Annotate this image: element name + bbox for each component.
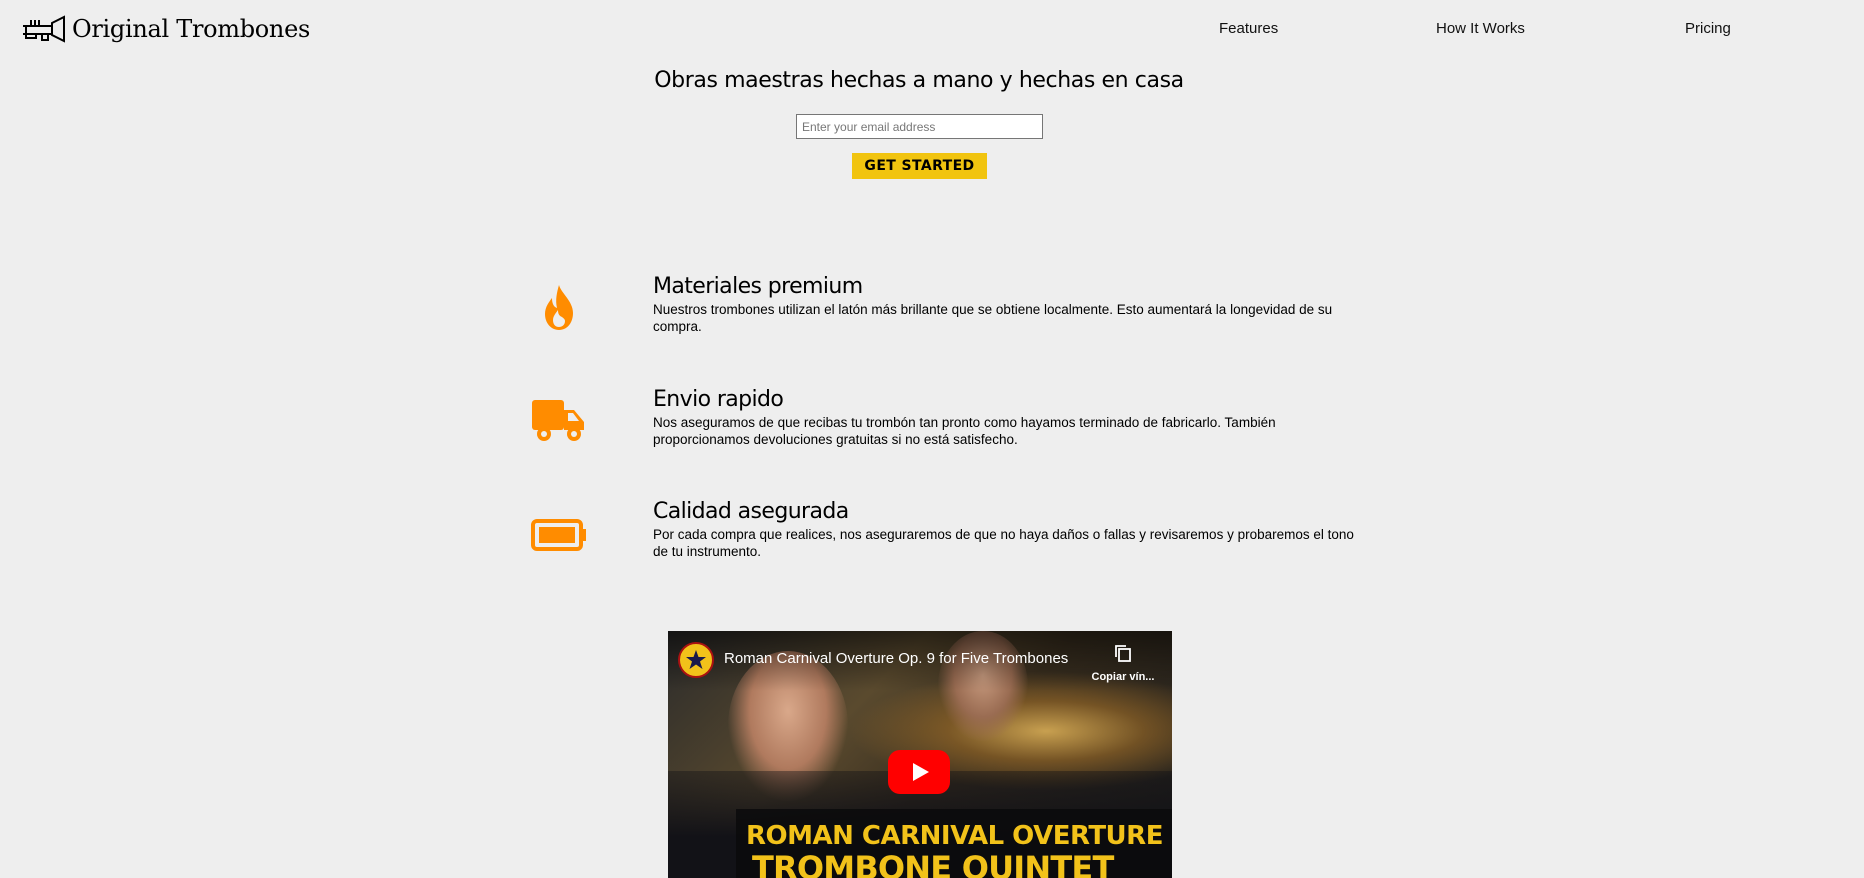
nav-link-how-it-works[interactable]: How It Works [1436,20,1525,37]
copy-link-button[interactable]: Copiar vín... [1078,643,1168,683]
site-header: Original Trombones Features How It Works… [0,0,1864,58]
feature-quality-assured: Calidad asegurada Por cada compra que re… [530,495,1370,575]
flame-icon [530,280,588,336]
hero-title: Obras maestras hechas a mano y hechas en… [654,68,1184,93]
feature-fast-shipping: Envio rapido Nos aseguramos de que recib… [530,383,1370,463]
feature-description: Nos aseguramos de que recibas tu trombón… [653,415,1276,447]
play-icon[interactable] [888,750,950,794]
email-input[interactable] [796,114,1043,139]
get-started-button[interactable]: GET STARTED [852,153,987,179]
video-banner-line: TROMBONE QUINTET [752,849,1114,878]
truck-icon [530,393,588,449]
youtube-video-embed[interactable]: Roman Carnival Overture Op. 9 for Five T… [668,631,1172,878]
battery-icon [530,507,588,563]
feature-title: Materiales premium [653,274,863,299]
feature-title: Envio rapido [653,387,784,412]
copy-link-label: Copiar vín... [1091,671,1155,683]
copy-icon [1115,645,1131,662]
feature-description: Nuestros trombones utilizan el latón más… [653,302,1333,334]
logo[interactable]: Original Trombones [22,12,310,46]
feature-title: Calidad asegurada [653,499,849,524]
nav-link-features[interactable]: Features [1219,20,1278,37]
nav-link-pricing[interactable]: Pricing [1685,20,1731,37]
video-title[interactable]: Roman Carnival Overture Op. 9 for Five T… [724,650,1069,667]
feature-description: Por cada compra que realices, nos asegur… [653,527,1354,559]
brand-name: Original Trombones [72,15,311,43]
feature-premium-materials: Materiales premium Nuestros trombones ut… [530,270,1370,350]
trombone-icon [23,15,65,43]
channel-avatar[interactable] [678,642,714,678]
video-banner-line: ROMAN CARNIVAL OVERTURE [746,821,1163,851]
